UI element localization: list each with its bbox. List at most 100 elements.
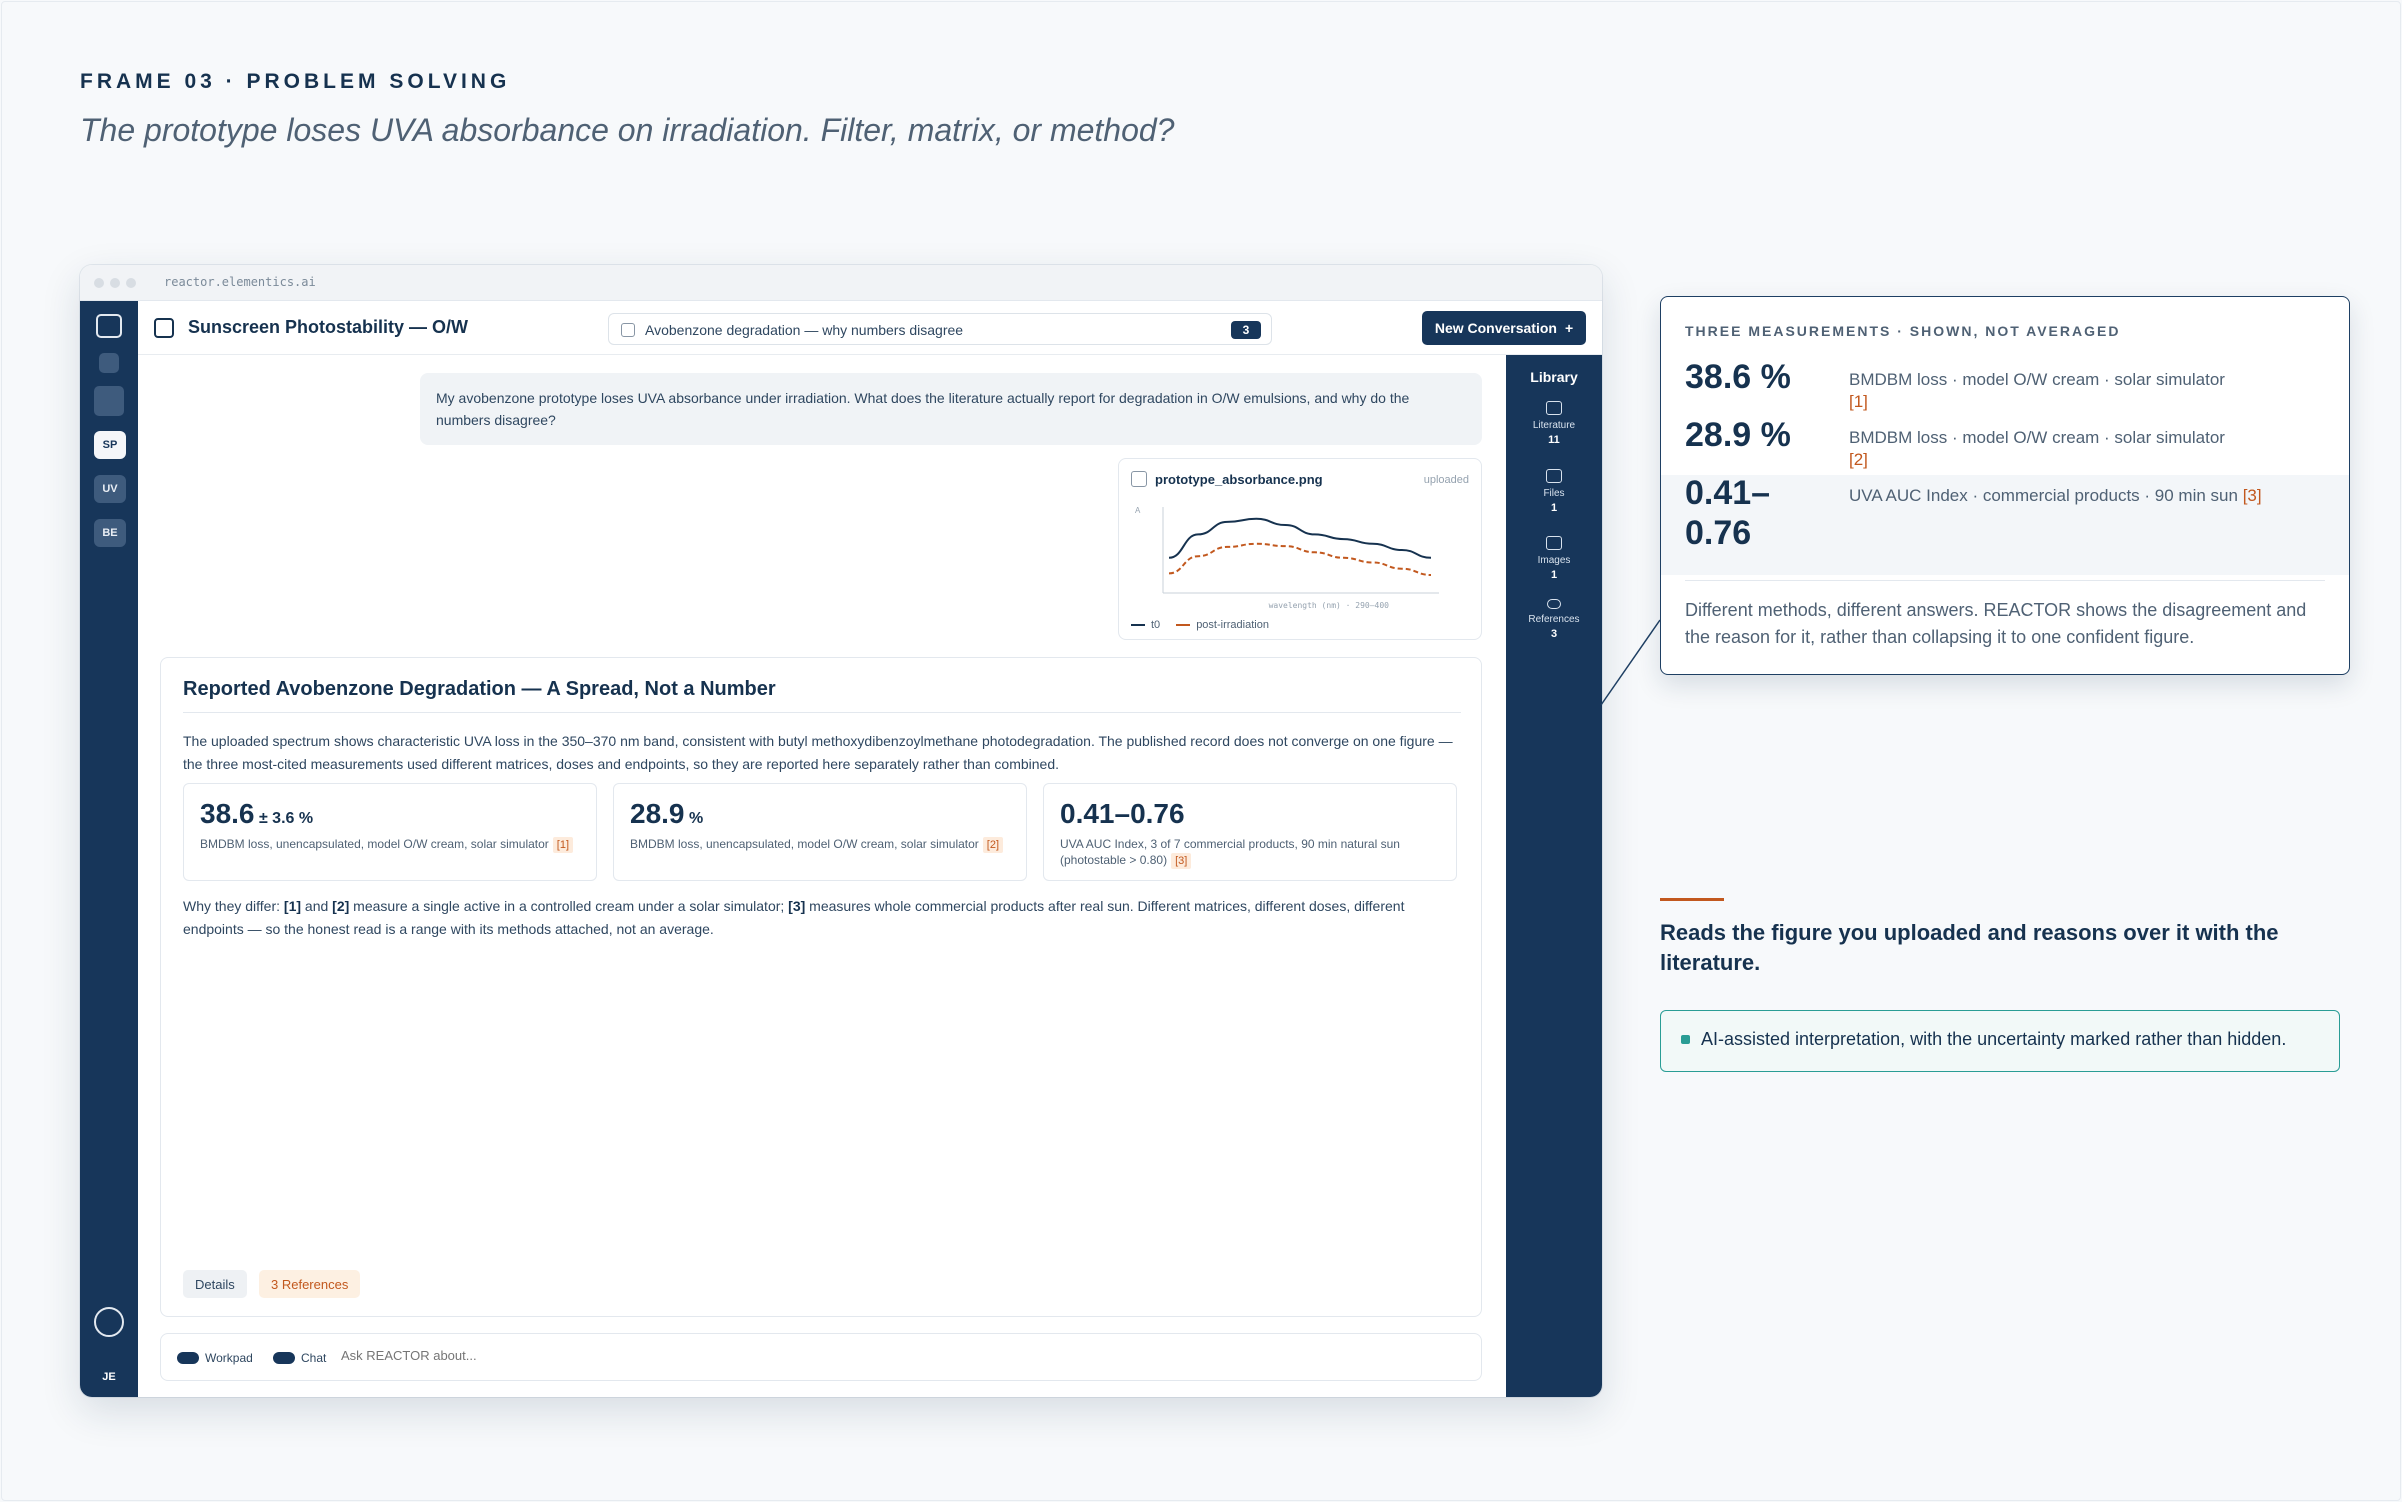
library-item-count: 1: [1550, 569, 1558, 581]
topic-selector[interactable]: Avobenzone degradation — why numbers dis…: [608, 313, 1272, 345]
citation-ref-3[interactable]: [3]: [1171, 853, 1192, 869]
card-unit: ± 3.6 %: [258, 810, 314, 827]
library-item-label: References: [1528, 614, 1580, 625]
window-dot-close[interactable]: [94, 278, 104, 288]
plus-icon: +: [1564, 320, 1574, 336]
library-item-files[interactable]: Files 1: [1506, 469, 1602, 515]
card-value: 28.9: [630, 798, 685, 829]
user-message: My avobenzone prototype loses UVA absorb…: [420, 373, 1482, 445]
card-desc: BMDBM loss, unencapsulated, model O/W cr…: [200, 837, 549, 851]
library-item-literature[interactable]: Literature 11: [1506, 401, 1602, 447]
topic-checkbox-icon: [621, 323, 635, 337]
card-value: 38.6: [200, 798, 255, 829]
legend-post: post-irradiation: [1176, 619, 1269, 631]
library-item-count: 1: [1550, 502, 1558, 514]
citation-ref-2[interactable]: [2]: [982, 837, 1004, 853]
answer-divider: [183, 712, 1461, 713]
measurement-card-1: 38.6 ± 3.6 % BMDBM loss, unencapsulated,…: [183, 783, 597, 881]
project-icon[interactable]: [94, 386, 124, 416]
answer-intro: The uploaded spectrum shows characterist…: [183, 733, 1453, 772]
callout-ref-1[interactable]: [1]: [1849, 392, 1868, 411]
why-ref-2[interactable]: [2]: [332, 898, 349, 914]
answer-why: Why they differ: [1] and [2] measure a s…: [183, 895, 1463, 941]
measurement-card-3: 0.41–0.76 UVA AUC Index, 3 of 7 commerci…: [1043, 783, 1457, 881]
window-dot-minimize[interactable]: [110, 278, 120, 288]
toggle-icon: [273, 1352, 295, 1364]
card-desc: UVA AUC Index, 3 of 7 commercial product…: [1060, 837, 1400, 867]
uploaded-figure-card[interactable]: prototype_absorbance.png uploaded A wave…: [1118, 458, 1482, 640]
new-conversation-label: New Conversation: [1434, 320, 1557, 336]
series-line-t0: [1168, 517, 1432, 559]
why-ref-3[interactable]: [3]: [788, 898, 805, 914]
measurement-card-2: 28.9 % BMDBM loss, unencapsulated, model…: [613, 783, 1027, 881]
literature-icon: [1546, 401, 1562, 415]
details-button[interactable]: Details: [183, 1270, 247, 1298]
browser-url[interactable]: reactor.elementics.ai: [164, 275, 316, 289]
chart-legend: t0 post-irradiation: [1131, 619, 1269, 631]
note-marker-icon: [1681, 1035, 1690, 1044]
help-circle-icon[interactable]: [94, 1307, 124, 1337]
workspace-icon[interactable]: [99, 353, 119, 373]
conversation-header: Sunscreen Photostability — O/W Avobenzon…: [138, 301, 1602, 355]
references-button[interactable]: 3 References: [259, 1270, 361, 1298]
library-item-references[interactable]: References 3: [1506, 599, 1602, 641]
citation-ref-1[interactable]: [1]: [552, 837, 574, 853]
why-text: Why they differ:: [183, 898, 284, 914]
legend-t0: t0: [1131, 619, 1160, 631]
callout-desc: UVA AUC Index · commercial products · 90…: [1849, 486, 2238, 505]
callout-footnote: Different methods, different answers. RE…: [1685, 600, 2307, 647]
chat-label: Chat: [301, 1351, 327, 1365]
library-panel: Library Literature 11 Files 1 Images 1 R…: [1506, 355, 1602, 1397]
workpad-label: Workpad: [205, 1351, 253, 1365]
why-text: and: [301, 898, 333, 914]
legend-t0-label: t0: [1151, 619, 1161, 631]
upload-filename: prototype_absorbance.png: [1155, 472, 1323, 487]
references-icon: [1547, 599, 1561, 609]
callout-desc: BMDBM loss · model O/W cream · solar sim…: [1849, 428, 2225, 447]
chat-toggle[interactable]: Chat: [273, 1350, 326, 1366]
callout-value: 28.9 %: [1685, 416, 1791, 454]
image-file-icon: [1131, 471, 1147, 487]
callout-connector: [1600, 619, 1661, 706]
user-avatar[interactable]: JE: [80, 1371, 138, 1383]
callout-value: 0.41–0.76: [1685, 474, 1771, 552]
topic-label: Avobenzone degradation — why numbers dis…: [645, 322, 964, 338]
library-item-count: 3: [1550, 628, 1558, 640]
callout-divider: [1685, 580, 2325, 581]
rail-item-uv[interactable]: UV: [94, 475, 126, 503]
why-ref-1[interactable]: [1]: [284, 898, 301, 914]
feature-statement: Reads the figure you uploaded and reason…: [1660, 920, 2279, 975]
window-dot-maximize[interactable]: [126, 278, 136, 288]
callout-ref-3[interactable]: [3]: [2243, 486, 2262, 505]
app-logo-icon[interactable]: [96, 314, 122, 338]
library-item-label: Literature: [1532, 420, 1576, 431]
callout-desc: BMDBM loss · model O/W cream · solar sim…: [1849, 370, 2225, 389]
library-item-count: 11: [1548, 434, 1560, 446]
chart-y-label: A: [1135, 506, 1141, 515]
upload-status-tag: uploaded: [1423, 474, 1469, 486]
card-unit: %: [688, 810, 704, 827]
rail-item-be[interactable]: BE: [94, 519, 126, 547]
rail-item-sp[interactable]: SP: [94, 431, 126, 459]
library-item-images[interactable]: Images 1: [1506, 536, 1602, 582]
callout-ref-2[interactable]: [2]: [1849, 450, 1868, 469]
workpad-toggle[interactable]: Workpad: [177, 1350, 253, 1366]
absorbance-chart: A wavelength (nm) · 290–400: [1135, 506, 1439, 610]
toggle-icon: [177, 1352, 199, 1364]
ai-disclaimer-note: AI-assisted interpretation, with the unc…: [1660, 1010, 2340, 1072]
measurements-callout: THREE MEASUREMENTS · SHOWN, NOT AVERAGED…: [1660, 296, 2350, 675]
answer-title: Reported Avobenzone Degradation — A Spre…: [183, 678, 776, 700]
note-text: AI-assisted interpretation, with the unc…: [1701, 1029, 2287, 1049]
frame-eyebrow: FRAME 03 · PROBLEM SOLVING: [80, 70, 511, 93]
app-window: reactor.elementics.ai SP UV BE JE Sunscr…: [80, 265, 1602, 1397]
ask-input[interactable]: [341, 1348, 941, 1363]
files-icon: [1546, 469, 1562, 483]
images-icon: [1546, 536, 1562, 550]
accent-rule: [1660, 898, 1724, 901]
new-conversation-button[interactable]: New Conversation +: [1422, 311, 1586, 345]
conversation-title: Sunscreen Photostability — O/W: [188, 317, 469, 337]
library-item-label: Files: [1543, 488, 1565, 499]
card-value: 0.41–0.76: [1060, 798, 1185, 829]
conversation-checkbox[interactable]: [154, 318, 174, 338]
browser-bar: reactor.elementics.ai: [80, 265, 1602, 301]
